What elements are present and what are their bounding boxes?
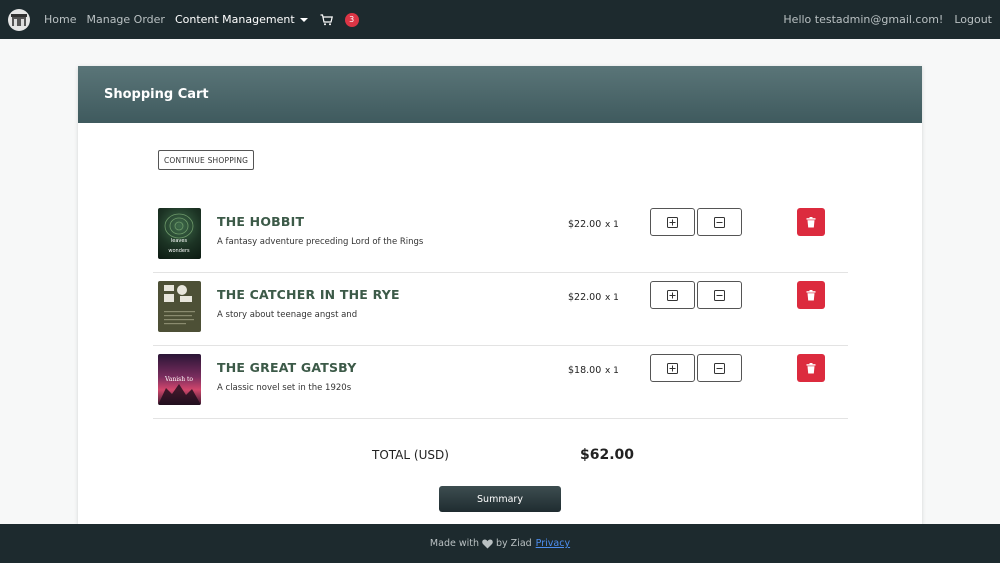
increase-quantity-button[interactable] xyxy=(650,281,695,309)
cart-item: Vanish to THE GREAT GATSBY A classic nov… xyxy=(153,346,848,419)
page-footer: Made with by Ziad Privacy xyxy=(0,524,1000,563)
nav-home-link[interactable]: Home xyxy=(44,13,76,26)
nav-user-area: Hello testadmin@gmail.com! Logout xyxy=(772,13,992,26)
total-label: TOTAL (USD) xyxy=(372,448,449,462)
item-title[interactable]: THE CATCHER IN THE RYE xyxy=(217,287,400,302)
minus-square-icon xyxy=(714,216,725,228)
decrease-quantity-button[interactable] xyxy=(697,354,742,382)
increase-quantity-button[interactable] xyxy=(650,208,695,236)
item-quantity: x 1 xyxy=(605,220,619,230)
book-cover-image: Vanish to xyxy=(158,354,201,405)
cover-text: Vanish to xyxy=(164,376,193,383)
minus-square-icon xyxy=(714,362,725,374)
delete-item-button[interactable] xyxy=(797,281,825,309)
book-cover-image: leaves wonders xyxy=(158,208,201,259)
total-value: $62.00 xyxy=(580,447,635,463)
minus-square-icon xyxy=(714,289,725,301)
continue-shopping-button[interactable]: CONTINUE SHOPPING xyxy=(158,150,255,170)
user-greeting-link[interactable]: Hello testadmin@gmail.com! xyxy=(783,13,943,26)
cart-item: leaves wonders THE HOBBIT A fantasy adve… xyxy=(153,200,848,273)
summary-button[interactable]: Summary xyxy=(439,486,561,512)
delete-item-button[interactable] xyxy=(797,208,825,236)
cart-item: THE CATCHER IN THE RYE A story about tee… xyxy=(153,273,848,346)
cover-text-bottom: wonders xyxy=(168,248,190,254)
plus-square-icon xyxy=(667,289,678,301)
plus-square-icon xyxy=(667,216,678,228)
footer-author: by Ziad xyxy=(496,538,532,549)
increase-quantity-button[interactable] xyxy=(650,354,695,382)
trash-icon xyxy=(806,362,816,373)
privacy-link[interactable]: Privacy xyxy=(536,538,570,549)
item-quantity: x 1 xyxy=(605,366,619,376)
footer-made-with: Made with xyxy=(429,538,479,549)
item-description: A classic novel set in the 1920s xyxy=(217,383,352,393)
chevron-down-icon xyxy=(299,18,308,22)
trash-icon xyxy=(806,289,816,300)
item-description: A fantasy adventure preceding Lord of th… xyxy=(217,237,424,247)
item-quantity: x 1 xyxy=(605,293,619,303)
item-price: $18.00 xyxy=(568,365,602,376)
cover-text-top: leaves xyxy=(171,238,188,244)
heart-icon xyxy=(482,539,493,548)
book-cover-image xyxy=(158,281,201,332)
delete-item-button[interactable] xyxy=(797,354,825,382)
cart-link[interactable]: 3 xyxy=(320,12,359,27)
logout-link[interactable]: Logout xyxy=(954,13,992,26)
top-navbar: Home Manage Order Content Management 3 H… xyxy=(0,0,1000,39)
card-title: Shopping Cart xyxy=(104,87,209,102)
item-title[interactable]: THE GREAT GATSBY xyxy=(217,360,356,375)
content-management-label: Content Management xyxy=(174,13,295,26)
decrease-quantity-button[interactable] xyxy=(697,208,742,236)
decrease-quantity-button[interactable] xyxy=(697,281,742,309)
nav-manage-order-link[interactable]: Manage Order xyxy=(86,13,164,26)
trash-icon xyxy=(806,216,816,227)
item-description: A story about teenage angst and xyxy=(217,310,358,320)
nav-content-management-dropdown[interactable]: Content Management xyxy=(175,13,308,26)
plus-square-icon xyxy=(667,362,678,374)
item-title[interactable]: THE HOBBIT xyxy=(217,214,304,229)
shopping-cart-card: Shopping Cart CONTINUE SHOPPING leaves w… xyxy=(78,66,922,536)
store-logo-icon[interactable] xyxy=(8,8,30,31)
item-price: $22.00 xyxy=(568,219,602,230)
cart-icon xyxy=(320,13,333,25)
card-header: Shopping Cart xyxy=(78,66,922,123)
cart-count-badge: 3 xyxy=(344,12,359,27)
item-price: $22.00 xyxy=(568,292,602,303)
